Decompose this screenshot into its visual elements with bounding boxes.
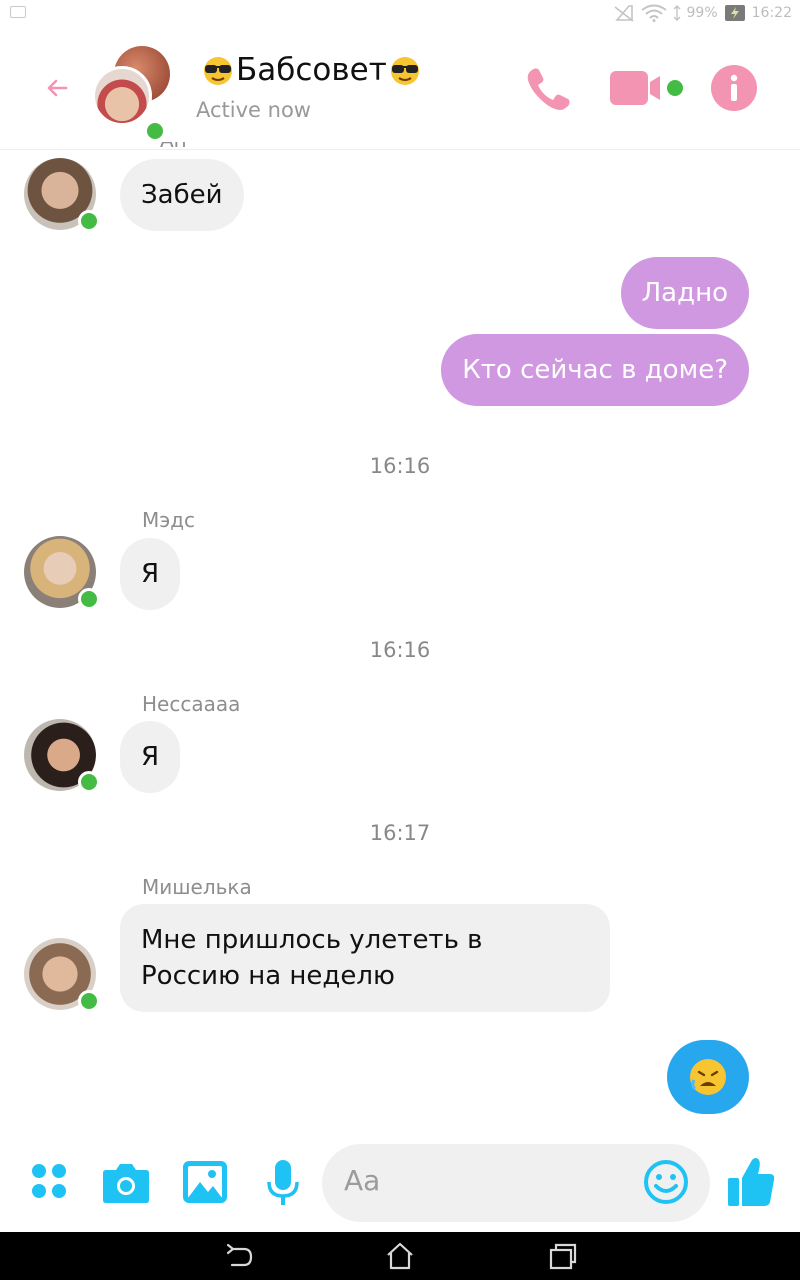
online-indicator (78, 990, 100, 1012)
crying-face-icon (690, 1059, 726, 1095)
message-text-line: Мне пришлось улететь в (141, 925, 483, 955)
status-bar: 99% 16:22 (0, 0, 800, 26)
chat-title-text: Бабсовет (236, 52, 387, 88)
chat-header: Бабсовет Active now (0, 26, 800, 150)
message-text-line: Россию на неделю (141, 961, 395, 991)
message-input[interactable]: Aa (322, 1144, 710, 1222)
sender-name: Мишелька (142, 875, 252, 899)
message-bubble-incoming[interactable]: Я (120, 538, 181, 610)
chat-title[interactable]: Бабсовет (200, 52, 423, 88)
online-indicator (78, 771, 100, 793)
emoji-reaction-button[interactable] (667, 1040, 749, 1114)
online-indicator (144, 120, 166, 142)
online-indicator (78, 588, 100, 610)
cut-off-sender-name: Ан (160, 142, 200, 152)
message-composer: Aa (0, 1140, 800, 1232)
message-bubble-incoming[interactable]: Забей (120, 159, 244, 231)
recents-nav-icon[interactable] (548, 1241, 578, 1271)
group-avatar[interactable] (92, 46, 170, 142)
group-avatar-image-front (92, 66, 152, 126)
microphone-icon[interactable] (266, 1158, 300, 1208)
message-bubble-incoming[interactable]: Мне пришлось улететь в Россию на неделю (120, 904, 610, 1012)
timestamp: 16:16 (369, 454, 431, 478)
wifi-icon (640, 4, 667, 22)
gallery-icon[interactable] (182, 1160, 228, 1204)
back-nav-icon[interactable] (224, 1241, 254, 1271)
data-arrows-icon (673, 5, 681, 21)
info-icon[interactable] (710, 64, 758, 112)
thumbs-up-icon[interactable] (726, 1156, 776, 1208)
timestamp: 16:16 (369, 638, 431, 662)
message-input-placeholder: Aa (344, 1164, 381, 1197)
android-navigation-bar (0, 1232, 800, 1280)
phone-icon[interactable] (524, 64, 574, 112)
video-camera-icon[interactable] (608, 68, 688, 108)
online-indicator (78, 210, 100, 232)
message-bubble-outgoing[interactable]: Ладно (620, 257, 749, 329)
camera-icon[interactable] (102, 1160, 150, 1204)
sunglasses-emoji-icon (390, 57, 419, 85)
message-list[interactable]: Ан Забей Ладно Кто сейчас в доме? 16:16 … (0, 142, 800, 1140)
battery-percent: 99% (686, 5, 718, 21)
clock: 16:22 (751, 5, 792, 21)
avatar-mishelka[interactable] (24, 938, 100, 1012)
back-arrow-icon[interactable] (42, 73, 72, 103)
gallery-notification-icon (10, 6, 26, 18)
avatar-sender[interactable] (24, 158, 100, 232)
avatar-mads[interactable] (24, 536, 100, 610)
sender-name: Нессаааа (142, 692, 241, 716)
timestamp: 16:17 (369, 821, 431, 845)
apps-icon[interactable] (30, 1162, 68, 1200)
status-icons: 99% 16:22 (613, 3, 792, 23)
sender-name: Мэдс (142, 508, 196, 532)
avatar-nessa[interactable] (24, 719, 100, 793)
sunglasses-emoji-icon (204, 57, 232, 85)
message-bubble-incoming[interactable]: Я (120, 721, 181, 793)
home-nav-icon[interactable] (385, 1241, 415, 1271)
message-bubble-outgoing[interactable]: Кто сейчас в доме? (441, 334, 749, 406)
smiley-icon[interactable] (642, 1158, 690, 1206)
battery-charging-icon (724, 5, 745, 21)
no-sim-icon (614, 5, 634, 22)
active-status: Active now (196, 98, 311, 122)
